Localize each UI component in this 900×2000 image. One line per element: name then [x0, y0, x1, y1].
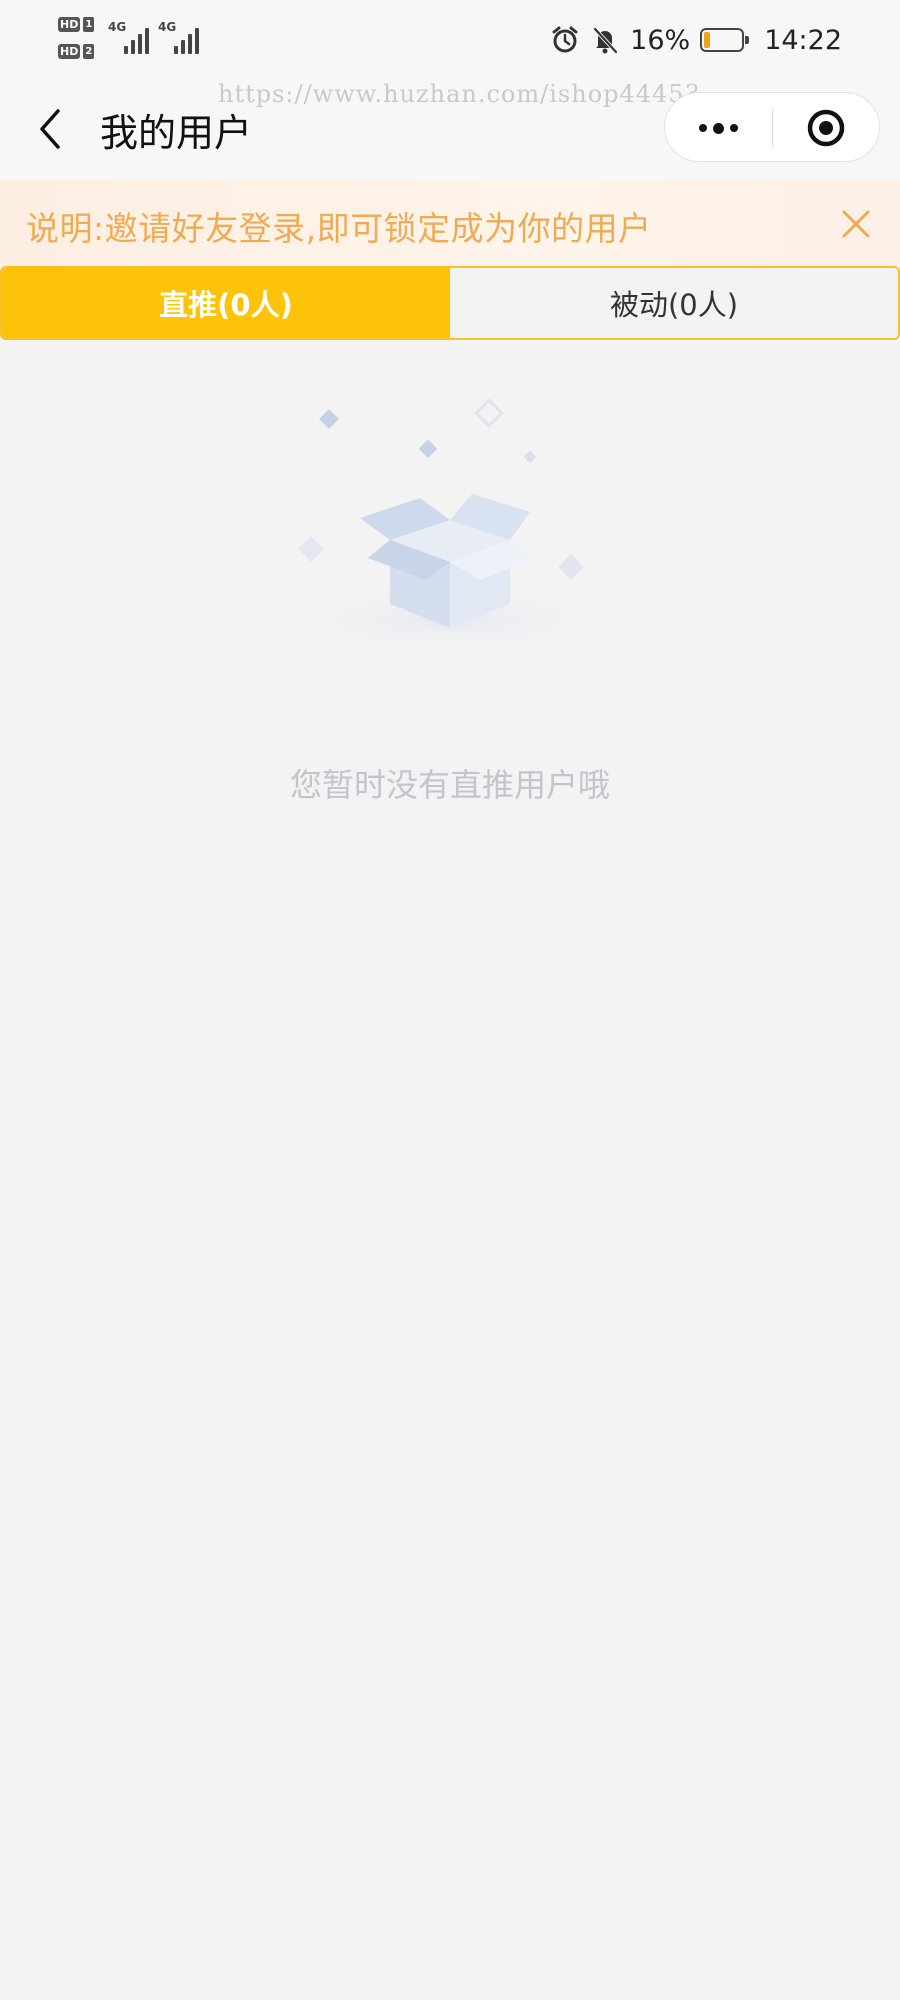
notice-banner: 说明:邀请好友登录,即可锁定成为你的用户: [0, 180, 900, 266]
signal-group-2: 4G: [158, 20, 199, 54]
more-dot-right: [729, 124, 738, 132]
signal-bars-2-icon: [174, 24, 199, 54]
back-button[interactable]: [28, 104, 72, 154]
status-bar: HD 1 HD 2 4G 4G 16% 14:22: [0, 0, 900, 78]
close-icon[interactable]: [836, 204, 876, 244]
empty-state-message: 您暂时没有直推用户哦: [289, 766, 610, 804]
sim2-label: HD: [58, 43, 81, 59]
tab-direct[interactable]: 直推(0人): [2, 268, 450, 338]
bell-off-icon: [593, 27, 618, 54]
alarm-icon: [552, 26, 578, 53]
status-right: 16% 14:22: [550, 22, 842, 58]
page-title: 我的用户: [100, 111, 253, 155]
close-mini-program-button[interactable]: [773, 93, 879, 163]
user-type-tabs: 直推(0人) 被动(0人): [0, 266, 900, 340]
sim1-number: 1: [83, 16, 95, 32]
sim1-badge: HD 1: [58, 15, 100, 33]
sim2-number: 2: [83, 43, 95, 59]
battery-percent: 16%: [630, 24, 691, 56]
battery-icon: [700, 28, 750, 52]
watermark-text: https://www.huzhan.com/ishop44453: [218, 80, 701, 108]
more-dots-icon: [698, 124, 707, 132]
network-type-1: 4G: [108, 20, 127, 34]
notice-text: 说明:邀请好友登录,即可锁定成为你的用户: [26, 209, 652, 248]
nav-bar: 我的用户 https://www.huzhan.com/ishop44453: [0, 78, 900, 180]
network-type-2: 4G: [158, 20, 177, 34]
sim1-label: HD: [58, 16, 81, 32]
sim2-badge: HD 2: [58, 42, 100, 60]
signal-bars-1-icon: [124, 24, 149, 54]
target-circle-icon: [807, 109, 845, 147]
sim-indicators: HD 1 HD 2: [58, 15, 100, 69]
more-button[interactable]: [665, 93, 771, 163]
status-time: 14:22: [764, 24, 842, 56]
more-dot-center: [712, 122, 724, 134]
chevron-left-icon: [40, 109, 60, 149]
mini-program-capsule: [664, 92, 880, 162]
empty-box-icon: [260, 398, 640, 660]
battery-fill: [704, 32, 710, 48]
page: HD 1 HD 2 4G 4G 16% 14:22 我的用户 https://w…: [0, 0, 900, 2000]
tab-passive[interactable]: 被动(0人): [450, 268, 898, 338]
signal-group-1: 4G: [108, 20, 149, 54]
